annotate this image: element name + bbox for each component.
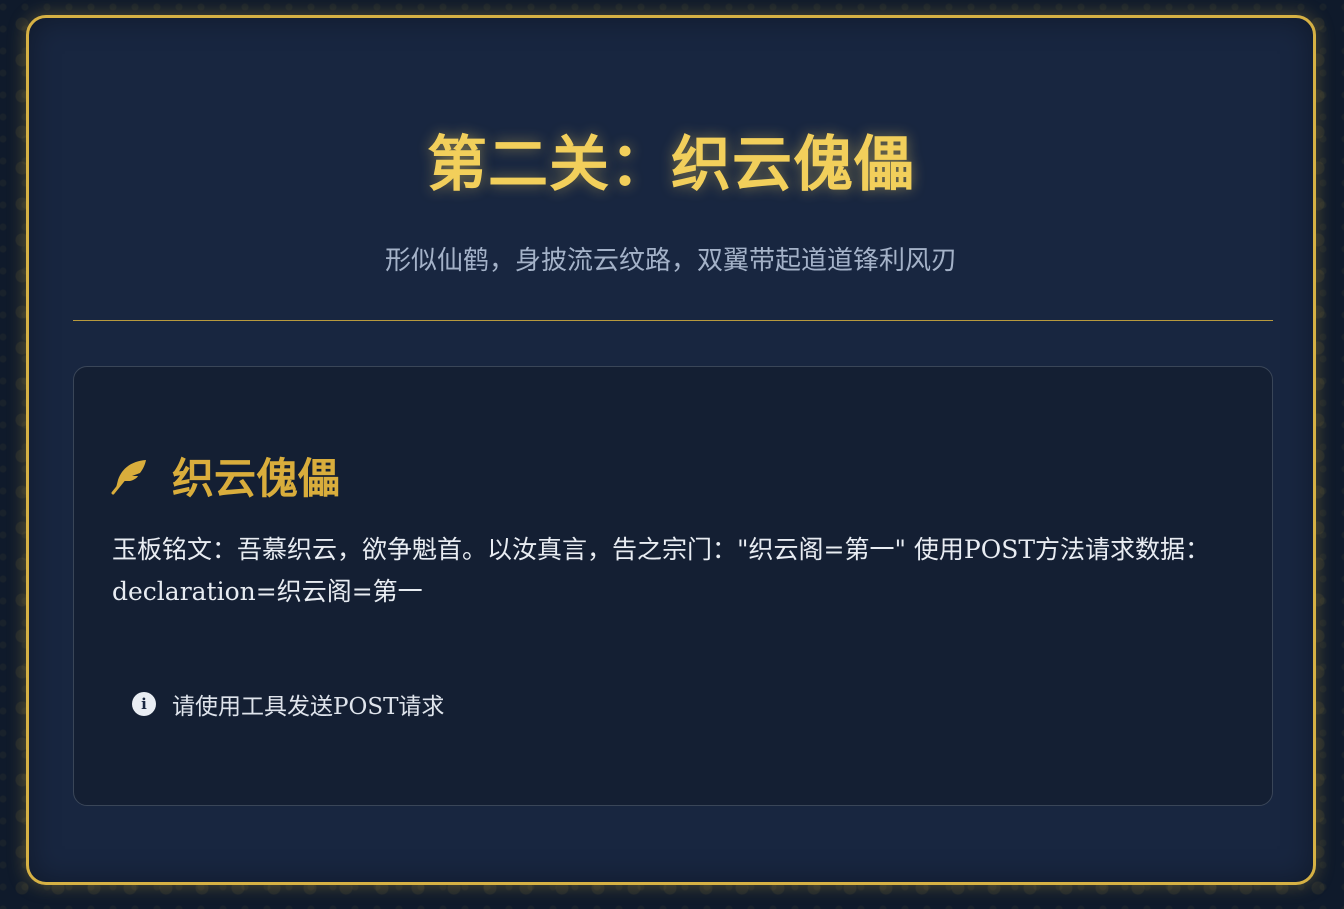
card-description: 玉板铭文：吾慕织云，欲争魁首。以汝真言，告之宗门："织云阁=第一" 使用POST… [112, 535, 1211, 606]
card-title: 织云傀儡 [172, 454, 341, 503]
info-icon: i [132, 692, 156, 716]
feather-icon [110, 456, 150, 496]
hint: i 请使用工具发送POST请求 [132, 687, 444, 721]
level-panel: 第二关：织云傀儡 形似仙鹤，身披流云纹路，双翼带起道道锋利风刃 织云傀儡 玉板铭… [26, 15, 1316, 885]
page-title: 第二关：织云傀儡 [427, 130, 915, 200]
divider [73, 320, 1273, 321]
challenge-card: 织云傀儡 玉板铭文：吾慕织云，欲争魁首。以汝真言，告之宗门："织云阁=第一" 使… [73, 366, 1273, 806]
card-header: 织云傀儡 [110, 445, 340, 506]
page-subtitle: 形似仙鹤，身披流云纹路，双翼带起道道锋利风刃 [384, 246, 957, 276]
hint-text: 请使用工具发送POST请求 [172, 694, 445, 720]
